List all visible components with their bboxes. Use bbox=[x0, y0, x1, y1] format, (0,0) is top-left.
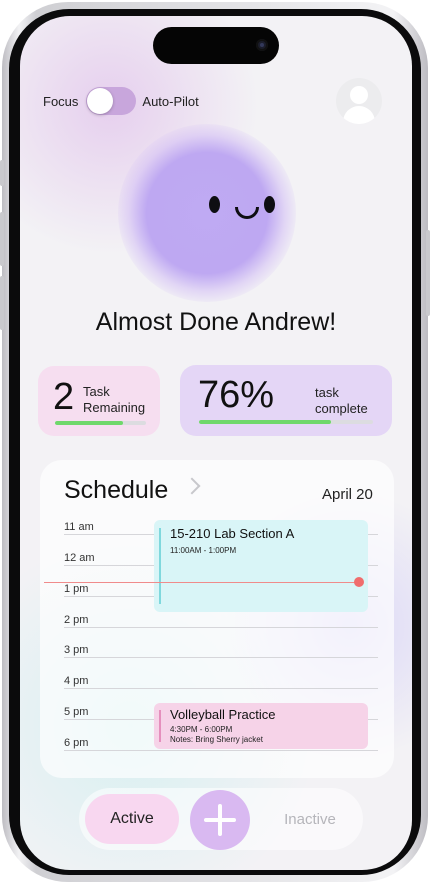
mode-toggle[interactable] bbox=[86, 87, 137, 115]
task-complete-label-line2: complete bbox=[315, 401, 368, 416]
event-time: 4:30PM - 6:00PM bbox=[170, 725, 233, 734]
power-button bbox=[426, 230, 430, 316]
focus-label: Focus bbox=[43, 93, 79, 109]
hour-label: 4 pm bbox=[64, 675, 89, 687]
mascot-right-eye bbox=[264, 196, 275, 213]
dynamic-island bbox=[153, 27, 279, 64]
tasks-remaining-label: Task Remaining bbox=[83, 384, 145, 416]
event-color-bar bbox=[159, 710, 161, 742]
tasks-remaining-progress-fill bbox=[55, 421, 124, 425]
task-complete-progress-fill bbox=[199, 420, 332, 424]
hour-label: 11 am bbox=[64, 521, 94, 533]
hour-line bbox=[64, 688, 378, 689]
plus-icon[interactable] bbox=[190, 790, 250, 850]
event-notes: Notes: Bring Sherry jacket bbox=[170, 735, 263, 744]
hour-label: 5 pm bbox=[64, 706, 89, 718]
greeting-headline: Almost Done Andrew! bbox=[95, 308, 337, 336]
task-complete-percent: 76% bbox=[198, 374, 275, 416]
tasks-remaining-label-line1: Task bbox=[83, 384, 110, 399]
hour-label: 3 pm bbox=[64, 644, 89, 656]
schedule-date: April 20 bbox=[322, 486, 373, 503]
tasks-remaining-label-line2: Remaining bbox=[83, 400, 146, 415]
event-title: Volleyball Practice bbox=[170, 707, 276, 722]
camera-icon bbox=[256, 39, 268, 51]
bottom-nav: Active Inactive bbox=[79, 788, 363, 850]
chevron-right-icon[interactable] bbox=[183, 477, 201, 495]
user-head-icon bbox=[350, 86, 368, 104]
tasks-remaining-count: 2 bbox=[53, 376, 75, 418]
current-time-dot bbox=[354, 577, 364, 587]
tasks-remaining-card[interactable]: 2 Task Remaining bbox=[38, 366, 160, 436]
volume-down-button bbox=[0, 276, 4, 330]
hour-line bbox=[64, 750, 378, 751]
current-time-line bbox=[44, 582, 362, 583]
schedule-card: Schedule April 20 11 am 12 am 1 pm 2 pm … bbox=[40, 460, 394, 778]
hour-line bbox=[64, 627, 378, 628]
hour-label: 6 pm bbox=[64, 737, 89, 749]
hour-label: 2 pm bbox=[64, 614, 89, 626]
event-title: 15-210 Lab Section A bbox=[170, 526, 295, 541]
task-complete-label: task complete bbox=[315, 385, 368, 417]
task-complete-progress bbox=[199, 420, 373, 424]
task-complete-label-line1: task bbox=[315, 385, 339, 400]
profile-avatar[interactable] bbox=[336, 78, 382, 124]
user-body-icon bbox=[343, 106, 375, 124]
hour-label: 12 am bbox=[64, 552, 95, 564]
toggle-knob[interactable] bbox=[87, 88, 114, 114]
schedule-title[interactable]: Schedule bbox=[64, 476, 168, 505]
inactive-tab[interactable]: Inactive bbox=[269, 794, 351, 844]
mascot-left-eye bbox=[209, 196, 220, 213]
task-complete-card[interactable]: 76% task complete bbox=[180, 365, 392, 436]
mascot-face bbox=[118, 124, 296, 302]
event-lab-section[interactable]: 15-210 Lab Section A 11:00AM - 1:00PM bbox=[154, 520, 368, 612]
mode-toggle-row: Focus Auto-Pilot bbox=[43, 87, 199, 115]
event-color-bar bbox=[159, 528, 161, 604]
hour-label: 1 pm bbox=[64, 583, 89, 595]
volume-up-button bbox=[0, 212, 4, 266]
tasks-remaining-progress bbox=[55, 421, 146, 425]
autopilot-label: Auto-Pilot bbox=[142, 93, 199, 109]
hour-line bbox=[64, 657, 378, 658]
action-button bbox=[0, 160, 4, 186]
active-tab[interactable]: Active bbox=[85, 794, 179, 844]
app-screen: Focus Auto-Pilot Almost Done Andrew! 2 T… bbox=[20, 16, 412, 870]
event-volleyball-practice[interactable]: Volleyball Practice 4:30PM - 6:00PM Note… bbox=[154, 703, 368, 749]
event-time: 11:00AM - 1:00PM bbox=[170, 546, 237, 555]
